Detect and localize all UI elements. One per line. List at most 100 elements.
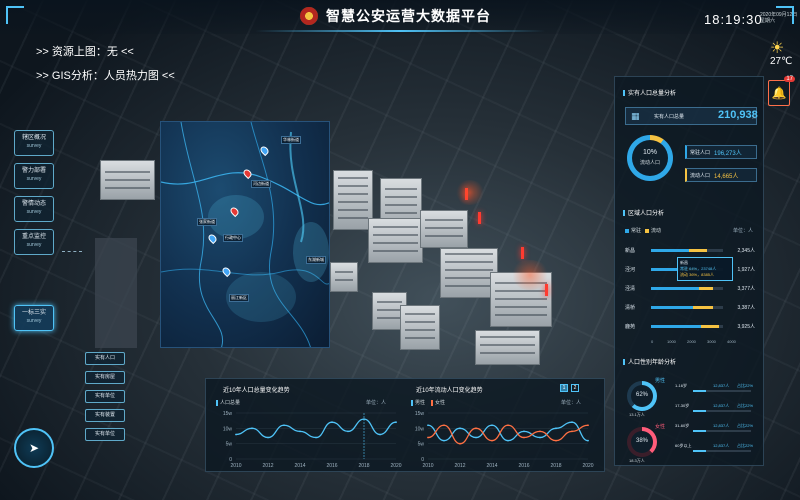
age-row: 31-60岁 12,837人 占比22% <box>675 423 757 435</box>
data-point[interactable] <box>507 439 509 442</box>
age-range: 17-30岁 <box>675 403 690 408</box>
age-bar-fill <box>693 410 706 412</box>
data-point[interactable] <box>283 424 285 427</box>
data-point[interactable] <box>443 424 445 427</box>
age-range: 31-60岁 <box>675 423 690 428</box>
nav-one-standard-three-real[interactable]: 一标三实 survey <box>14 305 54 331</box>
map-label: 行政中心 <box>223 234 243 242</box>
nav-sub: survey <box>26 242 42 248</box>
data-point[interactable] <box>315 436 317 439</box>
data-point[interactable] <box>395 421 397 424</box>
x-tick-label: 2016 <box>518 463 529 469</box>
data-point[interactable] <box>555 439 557 442</box>
subnav-population[interactable]: 实有人口 <box>85 352 125 365</box>
data-point[interactable] <box>571 430 573 433</box>
nav-key-monitor[interactable]: 重点监控 survey <box>14 229 54 255</box>
x-tick-label: 2020 <box>390 463 401 469</box>
bar-floating <box>693 306 713 309</box>
data-point[interactable] <box>347 430 349 433</box>
heat-glow <box>510 260 550 290</box>
heatmap-panel[interactable]: 华林街道 河边街道 张家街道 行政中心 东湖新城 丽江新区 <box>160 121 330 348</box>
nav-label: 辖区概况 <box>21 135 46 141</box>
region-bar <box>651 287 723 290</box>
data-point[interactable] <box>459 442 461 445</box>
age-pct: 占比22% <box>737 403 754 408</box>
region-row[interactable]: 鹿苑 3,925人 <box>625 323 755 335</box>
data-point[interactable] <box>331 421 333 424</box>
alert-button[interactable]: 🔔 17 <box>768 76 795 106</box>
data-point[interactable] <box>491 439 493 442</box>
age-value: 12,837人 <box>713 443 730 448</box>
female-pct: 38% <box>635 438 648 444</box>
x-tick-label: 2016 <box>326 463 337 469</box>
connector-line <box>62 251 82 252</box>
data-point[interactable] <box>267 436 269 439</box>
data-point[interactable] <box>507 424 509 427</box>
age-row: 1-16岁 12,837人 占比22% <box>675 383 757 395</box>
building <box>330 262 358 292</box>
title-underline <box>255 30 545 32</box>
region-row[interactable]: 清桥 3,387人 <box>625 304 755 316</box>
building <box>475 330 540 365</box>
compass-button[interactable]: ➤ <box>14 428 54 468</box>
floating-box: 流动人口 14,665人 <box>685 168 757 182</box>
x-tick-label: 2010 <box>230 463 241 469</box>
sun-icon: ☀ <box>770 40 785 57</box>
building <box>400 305 440 350</box>
warning-light <box>521 247 524 259</box>
data-point[interactable] <box>427 424 429 427</box>
data-point[interactable] <box>587 424 589 427</box>
subnav-devices[interactable]: 实有装置 <box>85 409 125 422</box>
data-point[interactable] <box>443 439 445 442</box>
age-pct: 占比22% <box>737 423 754 428</box>
region-name: 新昌 <box>625 248 636 254</box>
building <box>368 218 423 263</box>
data-point[interactable] <box>299 430 301 433</box>
data-point[interactable] <box>363 418 365 421</box>
data-point[interactable] <box>475 427 477 430</box>
data-point[interactable] <box>587 439 589 442</box>
floating-pct-label: 流动人口 <box>639 160 660 166</box>
x-tick-label: 2020 <box>582 463 593 469</box>
data-point[interactable] <box>491 424 493 427</box>
data-point[interactable] <box>475 436 477 439</box>
data-point[interactable] <box>251 427 253 430</box>
age-value: 12,837人 <box>713 403 730 408</box>
nav-alarm-dynamics[interactable]: 警情动态 survey <box>14 196 54 222</box>
data-point[interactable] <box>235 433 237 436</box>
region-bar <box>651 325 723 328</box>
title-block: 智慧公安运营大数据平台 <box>300 6 491 26</box>
data-point[interactable] <box>539 430 541 433</box>
subnav-units[interactable]: 实有单位 <box>85 390 125 403</box>
age-pct: 占比22% <box>737 443 754 448</box>
region-value: 3,925人 <box>737 324 755 330</box>
gis-status: >> GIS分析：人员热力图 << <box>36 70 175 82</box>
police-badge-icon <box>300 7 318 25</box>
age-row: 60岁以上 12,837人 占比22% <box>675 443 757 455</box>
map-label: 丽江新区 <box>229 294 249 302</box>
subnav-units-2[interactable]: 实有单位 <box>85 428 125 441</box>
floating-pct: 10% <box>642 149 657 156</box>
y-tick-label: 5w <box>226 442 233 448</box>
data-point[interactable] <box>571 421 573 424</box>
floating-value: 14,665人 <box>714 173 739 180</box>
region-row[interactable]: 泾清 3,377人 <box>625 285 755 297</box>
age-bar-fill <box>693 430 706 432</box>
nav-police-deploy[interactable]: 警力部署 survey <box>14 163 54 189</box>
age-value: 12,837人 <box>713 383 730 388</box>
data-point[interactable] <box>523 430 525 433</box>
resource-status: >> 资源上图：无 << <box>36 46 134 58</box>
data-point[interactable] <box>427 436 429 439</box>
data-point[interactable] <box>555 427 557 430</box>
nav-area-overview[interactable]: 辖区概况 survey <box>14 130 54 156</box>
data-point[interactable] <box>523 436 525 439</box>
data-point[interactable] <box>379 433 381 436</box>
nav-label: 重点监控 <box>21 234 46 240</box>
data-point[interactable] <box>459 427 461 430</box>
legend-label: 流动 <box>651 228 662 234</box>
total-population-box: ▦ 实有人口总量 210,938 人 <box>625 107 758 125</box>
subnav-housing[interactable]: 实有房屋 <box>85 371 125 384</box>
resident-box: 常驻人口 196,273人 <box>685 145 757 159</box>
bar-floating <box>689 249 707 252</box>
data-point[interactable] <box>539 436 541 439</box>
